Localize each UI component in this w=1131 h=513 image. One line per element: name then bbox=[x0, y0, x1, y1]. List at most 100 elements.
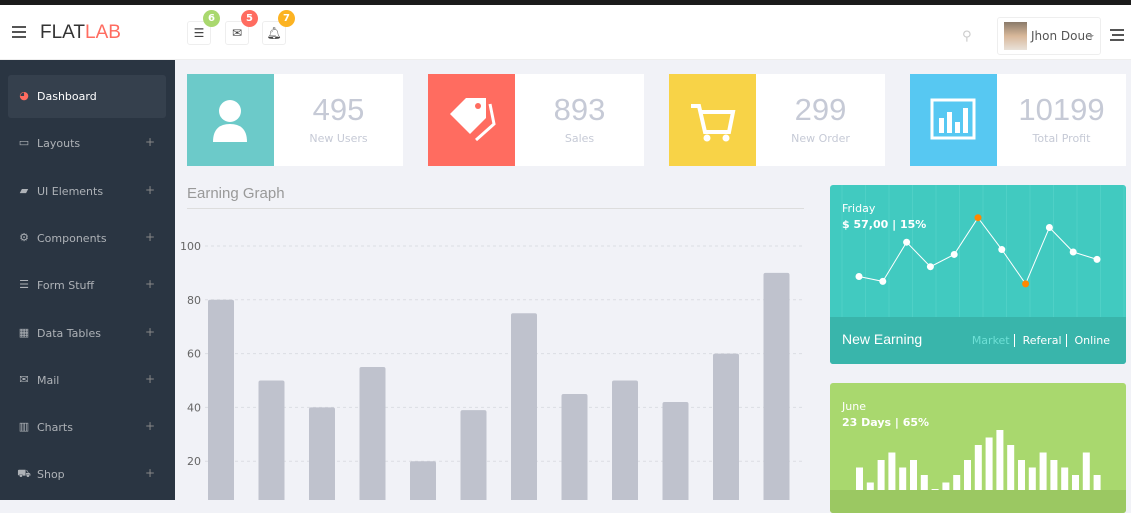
sidebar-item-shop[interactable]: ⛟ Shop + bbox=[8, 453, 166, 496]
bar bbox=[561, 393, 588, 500]
stat-symbol bbox=[910, 74, 997, 166]
sidebar-item-dashboard[interactable]: ◕ Dashboard bbox=[8, 75, 166, 118]
notification-badge: 5 bbox=[241, 10, 258, 27]
bar bbox=[899, 467, 907, 490]
bar bbox=[920, 475, 928, 490]
user-menu[interactable]: Jhon Doue bbox=[997, 17, 1101, 55]
sidebar-toggle-icon[interactable] bbox=[12, 26, 26, 41]
stat-total-profit: 10199 Total Profit bbox=[910, 74, 1126, 166]
tags-icon bbox=[450, 98, 496, 142]
bar bbox=[910, 460, 917, 490]
expand-plus-icon[interactable]: + bbox=[145, 419, 155, 433]
bar bbox=[942, 482, 950, 490]
bar bbox=[985, 437, 993, 490]
bar bbox=[460, 410, 487, 500]
bar bbox=[208, 299, 234, 500]
stat-label: Sales bbox=[564, 132, 595, 145]
bar bbox=[511, 313, 537, 500]
sidebar-item-components[interactable]: ⚙ Components + bbox=[8, 217, 166, 260]
stat-value: 893 bbox=[553, 92, 606, 127]
notification-badge: 7 bbox=[278, 10, 295, 27]
stat-value: 299 bbox=[794, 92, 847, 127]
expand-plus-icon[interactable]: + bbox=[145, 466, 155, 480]
sidebar-item-label: Shop bbox=[37, 468, 65, 482]
user-icon bbox=[213, 100, 247, 142]
bar bbox=[309, 407, 335, 500]
tasks-icon: ☰ bbox=[193, 26, 205, 40]
link-referal[interactable]: Referal bbox=[1019, 334, 1066, 347]
card-footer-title: New Earning bbox=[842, 331, 923, 347]
stat-new-order: 299 New Order bbox=[669, 74, 885, 166]
sidebar-item-label: Layouts bbox=[37, 137, 81, 151]
bar bbox=[877, 460, 885, 490]
bar bbox=[1093, 475, 1101, 490]
stat-symbol bbox=[187, 74, 274, 166]
bar bbox=[856, 467, 863, 490]
bar bbox=[1018, 460, 1025, 490]
data-point bbox=[903, 238, 911, 246]
bar bbox=[974, 445, 982, 490]
top-header: FLATLAB ☰ 6 ✉ 5 🔔︎ 7 ⚲ Jhon Doue bbox=[0, 5, 1131, 60]
y-tick-label: 80 bbox=[187, 294, 201, 307]
sidebar: ◕ Dashboard ▭ Layouts + ▰ UI Elements + ⚙ Compone… bbox=[0, 60, 175, 500]
stat-new-users: 495 New Users bbox=[187, 74, 403, 166]
data-point bbox=[879, 277, 887, 285]
bar bbox=[612, 380, 638, 500]
bell-notification-button[interactable]: 🔔︎ 7 bbox=[262, 10, 295, 45]
right-panel-toggle-icon[interactable] bbox=[1110, 29, 1124, 44]
envelope-icon: ✉ bbox=[19, 372, 29, 386]
expand-plus-icon[interactable]: + bbox=[145, 230, 155, 244]
stat-symbol bbox=[669, 74, 756, 166]
shopping-cart-icon: ⛟ bbox=[17, 467, 31, 481]
bar bbox=[763, 272, 790, 500]
sidebar-item-ui-elements[interactable]: ▰ UI Elements + bbox=[8, 170, 166, 213]
sidebar-item-charts[interactable]: ▥ Charts + bbox=[8, 406, 166, 449]
expand-plus-icon[interactable]: + bbox=[145, 135, 155, 149]
bar bbox=[1028, 467, 1036, 490]
link-online[interactable]: Online bbox=[1071, 334, 1114, 347]
mail-notification-button[interactable]: ✉ 5 bbox=[225, 10, 258, 45]
expand-plus-icon[interactable]: + bbox=[145, 277, 155, 291]
expand-plus-icon[interactable]: + bbox=[145, 372, 155, 386]
expand-plus-icon[interactable]: + bbox=[145, 325, 155, 339]
sidebar-item-label: Charts bbox=[37, 421, 73, 435]
bar bbox=[359, 367, 386, 500]
tasks-icon: ☰ bbox=[19, 278, 29, 292]
stat-symbol bbox=[428, 74, 515, 166]
brand-logo[interactable]: FLATLAB bbox=[40, 22, 121, 44]
caret-down-icon bbox=[1088, 35, 1094, 41]
search-icon[interactable]: ⚲ bbox=[962, 29, 972, 44]
data-point bbox=[1045, 224, 1053, 231]
data-point bbox=[1093, 255, 1101, 263]
sidebar-item-label: Form Stuff bbox=[37, 279, 95, 293]
bar-chart-icon: ▥ bbox=[18, 420, 30, 434]
notification-badge: 6 bbox=[203, 10, 220, 27]
card-day: Friday bbox=[842, 202, 876, 215]
stat-label: Total Profit bbox=[1032, 132, 1091, 145]
earning-graph-title: Earning Graph bbox=[187, 185, 285, 202]
card-summary: 23 Days | 65% bbox=[842, 416, 930, 429]
bar bbox=[964, 460, 971, 490]
y-tick-label: 20 bbox=[187, 455, 201, 468]
stat-value: 495 bbox=[312, 92, 365, 127]
sidebar-item-data-tables[interactable]: ▦ Data Tables + bbox=[8, 312, 166, 355]
stat-label: New Users bbox=[309, 132, 368, 145]
chart-footer bbox=[830, 490, 1126, 513]
sidebar-item-label: Data Tables bbox=[37, 326, 101, 340]
link-market[interactable]: Market bbox=[968, 334, 1014, 347]
data-point bbox=[950, 250, 958, 258]
bar bbox=[1072, 475, 1079, 490]
bar bbox=[410, 461, 436, 500]
expand-plus-icon[interactable]: + bbox=[145, 183, 155, 197]
bar bbox=[866, 482, 874, 490]
sidebar-item-layouts[interactable]: ▭ Layouts + bbox=[8, 122, 166, 165]
tasks-notification-button[interactable]: ☰ 6 bbox=[187, 10, 220, 45]
sidebar-item-label: Components bbox=[37, 231, 107, 245]
sidebar-item-label: UI Elements bbox=[37, 184, 104, 198]
card-footer: New Earning Market Referal Online bbox=[830, 317, 1126, 364]
sidebar-item-form-stuff[interactable]: ☰ Form Stuff + bbox=[8, 264, 166, 307]
divider bbox=[187, 208, 804, 209]
bar bbox=[662, 402, 689, 500]
th-icon: ▦ bbox=[18, 325, 30, 339]
sidebar-item-mail[interactable]: ✉ Mail + bbox=[8, 359, 166, 402]
